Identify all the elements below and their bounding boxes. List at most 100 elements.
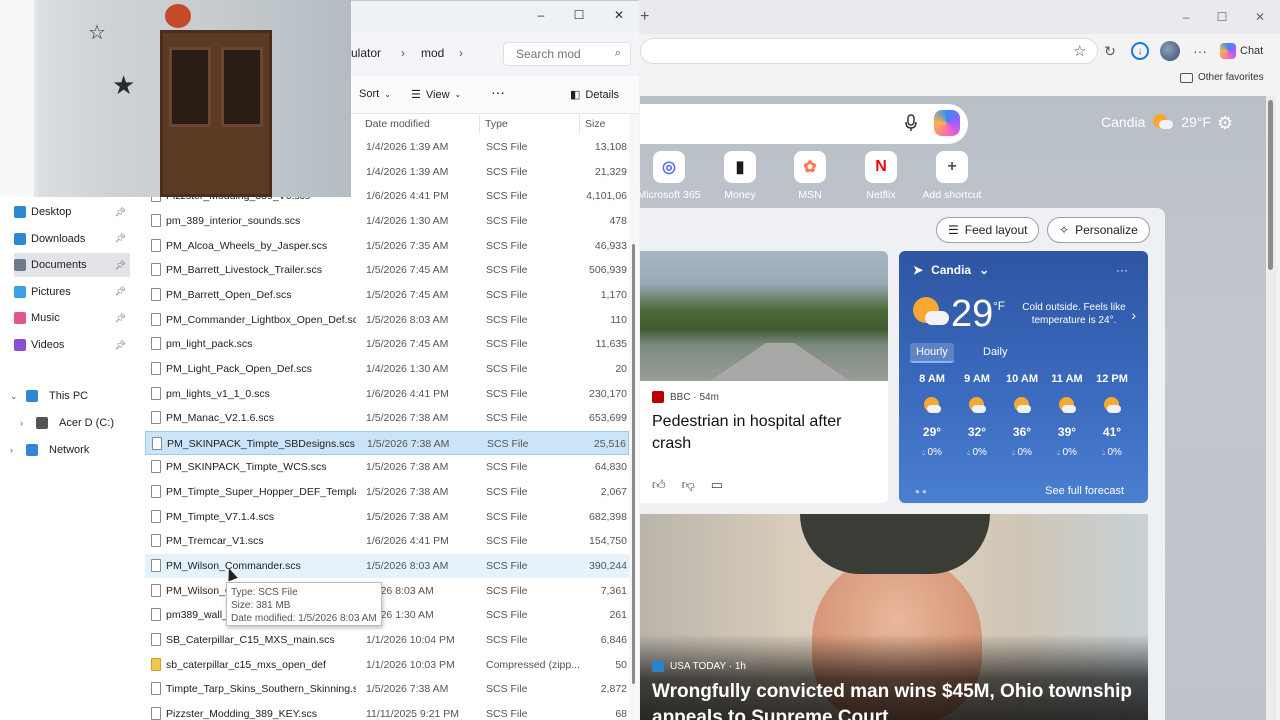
file-row[interactable]: PM_Manac_V2.1.6.scs 1/5/2026 7:38 AM SCS F… xyxy=(145,406,629,430)
sort-button[interactable]: Sort ⌄ xyxy=(359,88,391,100)
shortcut-tile[interactable]: ✿ MSN xyxy=(777,151,843,201)
file-row[interactable]: PM_Tremcar_V1.scs 1/6/2026 4:41 PM SCS Fil… xyxy=(145,529,629,553)
file-row[interactable]: PM_Barrett_Livestock_Trailer.scs 1/5/2026… xyxy=(145,258,629,282)
tree-item[interactable]: › Network xyxy=(10,444,89,456)
thumbs-down-icon[interactable]: 👎︎ xyxy=(682,477,695,493)
see-full-forecast-link[interactable]: See full forecast xyxy=(1045,485,1124,497)
shortcut-tile[interactable]: ◎ Microsoft 365 xyxy=(636,151,702,201)
breadcrumb-separator-icon[interactable]: › xyxy=(401,46,405,60)
file-row[interactable]: PM_Wilson_C/2026 8:03 AM SCS File 7,361 xyxy=(145,579,629,603)
explorer-title-bar[interactable]: – ☐ ✕ xyxy=(351,0,639,32)
tree-item[interactable]: ⌄ This PC xyxy=(10,390,88,402)
chevron-right-icon[interactable]: › xyxy=(1131,307,1136,323)
more-options-button[interactable]: ··· xyxy=(491,84,505,100)
chevron-down-icon[interactable]: ⌄ xyxy=(10,391,20,402)
thumbs-up-icon[interactable]: 👍︎ xyxy=(652,477,666,493)
shortcut-tile[interactable]: N Netflix xyxy=(848,151,914,201)
hourly-forecast-item[interactable]: 11 AM 39° 💧︎ 0% xyxy=(1045,373,1089,458)
file-row[interactable]: PM_Timpte_V7.1.4.scs 1/5/2026 7:38 AM SCS … xyxy=(145,505,629,529)
carousel-dots[interactable]: ● ● xyxy=(915,487,927,496)
file-row[interactable]: PM_Commander_Lightbox_Open_Def.scs 1/5/20… xyxy=(145,308,629,332)
file-row[interactable]: Pizzster_Modding_389_KEY.scs 11/11/2025 9… xyxy=(145,702,629,720)
ntp-weather-summary[interactable]: Candia 29°F xyxy=(1101,114,1211,130)
microphone-icon[interactable] xyxy=(904,114,918,132)
personalize-button[interactable]: ✧ Personalize xyxy=(1047,217,1150,243)
breadcrumb-item[interactable]: ulator xyxy=(351,46,381,60)
news-headline[interactable]: Wrongfully convicted man wins $45M, Ohio… xyxy=(652,679,1132,720)
file-row[interactable]: PM_Timpte_Super_Hopper_DEF_Templat... 1/5… xyxy=(145,480,629,504)
file-row[interactable]: pm389_wall_/2026 1:30 AM SCS File 261 xyxy=(145,603,629,627)
pin-icon[interactable]: 📌︎ xyxy=(115,233,126,244)
profile-avatar[interactable] xyxy=(1159,40,1181,62)
downloads-icon[interactable]: ↓ xyxy=(1129,40,1151,62)
copilot-search-icon[interactable] xyxy=(934,110,960,136)
web-search-box[interactable] xyxy=(640,104,968,144)
nav-item-music[interactable]: Music 📌︎ xyxy=(14,306,130,330)
nav-item-documents[interactable]: Documents 📌︎ xyxy=(14,253,130,278)
settings-gear-icon[interactable]: ⚙ xyxy=(1217,113,1237,133)
column-header-type[interactable]: Type xyxy=(485,118,508,130)
file-row[interactable]: PM_Wilson_Commander.scs 1/5/2026 8:03 AM S… xyxy=(145,554,629,579)
feed-layout-button[interactable]: ☰ Feed layout xyxy=(936,217,1040,243)
details-pane-button[interactable]: ◧ Details xyxy=(570,88,619,102)
explorer-close-button[interactable]: ✕ xyxy=(609,8,629,24)
search-input[interactable] xyxy=(504,43,604,65)
other-favorites-button[interactable]: Other favorites xyxy=(1180,72,1264,83)
column-header-date[interactable]: Date modified xyxy=(365,118,430,130)
comment-icon[interactable]: ▭ xyxy=(711,477,723,493)
browser-minimize-button[interactable]: – xyxy=(1176,8,1196,26)
news-headline[interactable]: Pedestrian in hospital after crash xyxy=(652,411,876,455)
file-row[interactable]: PM_Alcoa_Wheels_by_Jasper.scs 1/5/2026 7:… xyxy=(145,234,629,258)
file-row[interactable]: pm_lights_v1_1_0.scs 1/6/2026 4:41 PM SCS … xyxy=(145,382,629,406)
nav-item-videos[interactable]: Videos 📌︎ xyxy=(14,333,130,357)
pin-icon[interactable]: 📌︎ xyxy=(115,260,126,271)
nav-item-downloads[interactable]: Downloads 📌︎ xyxy=(14,227,130,251)
chevron-right-icon[interactable]: › xyxy=(20,418,30,428)
explorer-minimize-button[interactable]: – xyxy=(531,8,551,24)
file-row[interactable]: sb_caterpillar_c15_mxs_open_def 1/1/2026 … xyxy=(145,653,629,677)
page-scrollbar[interactable] xyxy=(1266,96,1276,720)
file-row[interactable]: PM_Light_Pack_Open_Def.scs 1/4/2026 1:30 … xyxy=(145,357,629,381)
tree-item[interactable]: › Acer D (C:) xyxy=(20,417,114,429)
pin-icon[interactable]: 📌︎ xyxy=(115,286,126,297)
chat-button[interactable]: Chat xyxy=(1220,40,1263,62)
history-icon[interactable]: ↻ xyxy=(1099,40,1121,62)
more-menu-icon[interactable]: ··· xyxy=(1189,40,1211,62)
news-card[interactable]: USA TODAY · 1h Wrongfully convicted man … xyxy=(640,514,1148,720)
hourly-forecast-item[interactable]: 8 AM 29° 💧︎ 0% xyxy=(910,373,954,458)
file-row[interactable]: pm_389_interior_sounds.scs 1/4/2026 1:30 … xyxy=(145,209,629,233)
nav-item-pictures[interactable]: Pictures 📌︎ xyxy=(14,280,130,304)
file-row[interactable]: PM_SKINPACK_Timpte_SBDesigns.scs 1/5/2026… xyxy=(145,430,629,455)
weather-more-button[interactable]: ··· xyxy=(1116,263,1128,277)
column-header-size[interactable]: Size xyxy=(585,118,605,130)
file-list-scrollbar[interactable] xyxy=(629,114,639,720)
file-row[interactable]: PM_SKINPACK_Timpte_WCS.scs 1/5/2026 7:38 … xyxy=(145,455,629,479)
file-row[interactable]: Timpte_Tarp_Skins_Southern_Skinning.scs 1… xyxy=(145,677,629,701)
hourly-forecast-item[interactable]: 12 PM 41° 💧︎ 0% xyxy=(1090,373,1134,458)
favorite-star-icon[interactable]: ☆ xyxy=(1073,42,1086,60)
address-bar[interactable] xyxy=(640,38,1098,64)
pin-icon[interactable]: 📌︎ xyxy=(115,313,126,324)
nav-item-desktop[interactable]: Desktop 📌︎ xyxy=(14,200,130,224)
new-tab-button[interactable]: + xyxy=(640,6,658,28)
shortcut-tile[interactable]: ▮ Money xyxy=(707,151,773,201)
view-button[interactable]: ☰ View ⌄ xyxy=(411,88,461,102)
hourly-forecast-item[interactable]: 9 AM 32° 💧︎ 0% xyxy=(955,373,999,458)
weather-card-location[interactable]: ➤ Candia ⌄ xyxy=(913,263,989,277)
news-card[interactable]: BBC · 54m Pedestrian in hospital after c… xyxy=(640,251,888,503)
weather-card[interactable]: ➤ Candia ⌄ ··· 29 °F Cold outside. Feels… xyxy=(899,251,1148,503)
search-box[interactable]: ⌕ xyxy=(503,42,631,66)
breadcrumb-item[interactable]: mod xyxy=(421,46,444,60)
hourly-forecast-item[interactable]: 10 AM 36° 💧︎ 0% xyxy=(1000,373,1044,458)
breadcrumb-separator-icon[interactable]: › xyxy=(459,46,463,60)
file-row[interactable]: SB_Caterpillar_C15_MXS_main.scs 1/1/2026 … xyxy=(145,628,629,652)
tab-daily[interactable]: Daily xyxy=(977,343,1013,361)
pin-icon[interactable]: 📌︎ xyxy=(115,340,126,351)
chevron-right-icon[interactable]: › xyxy=(10,445,20,455)
file-row[interactable]: pm_light_pack.scs 1/5/2026 7:45 AM SCS Fil… xyxy=(145,332,629,356)
browser-close-button[interactable]: ✕ xyxy=(1250,8,1270,26)
browser-maximize-button[interactable]: ☐ xyxy=(1212,8,1232,26)
pin-icon[interactable]: 📌︎ xyxy=(115,207,126,218)
file-row[interactable]: PM_Barrett_Open_Def.scs 1/5/2026 7:45 AM S… xyxy=(145,283,629,307)
shortcut-tile[interactable]: + Add shortcut xyxy=(919,151,985,201)
